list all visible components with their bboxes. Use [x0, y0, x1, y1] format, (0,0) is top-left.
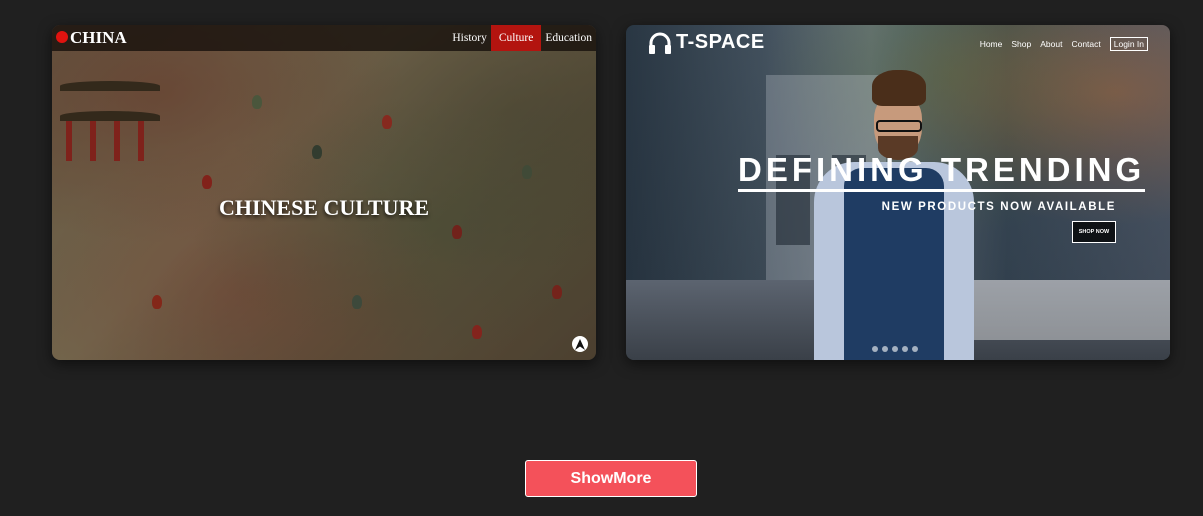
- nav-culture[interactable]: Culture: [490, 25, 542, 51]
- nav-history[interactable]: History: [448, 25, 491, 51]
- compass-icon[interactable]: [572, 336, 588, 352]
- project-card-tspace[interactable]: T-SPACE Home Shop About Contact Login In…: [626, 25, 1170, 360]
- nav-education[interactable]: Education: [541, 25, 596, 51]
- tspace-navbar: T-SPACE Home Shop About Contact Login In: [626, 25, 1170, 65]
- hero-subtitle: NEW PRODUCTS NOW AVAILABLE: [881, 201, 1116, 213]
- login-button[interactable]: Login In: [1109, 37, 1148, 51]
- carousel-dot[interactable]: [912, 346, 918, 352]
- china-navbar: CHINA History Culture Education: [52, 25, 596, 51]
- carousel-dot[interactable]: [892, 346, 898, 352]
- nav-home[interactable]: Home: [980, 39, 1003, 49]
- headphones-icon: [649, 32, 671, 54]
- carousel-dot[interactable]: [882, 346, 888, 352]
- shop-now-button[interactable]: SHOP NOW: [1072, 221, 1116, 243]
- model-photo: [814, 70, 974, 360]
- red-dot-logo-icon: [56, 31, 68, 43]
- nav-shop[interactable]: Shop: [1011, 39, 1031, 49]
- carousel-dot[interactable]: [872, 346, 878, 352]
- hero-title: DEFINING TRENDING: [738, 153, 1146, 192]
- hero-heading: CHINESE CULTURE: [218, 195, 430, 220]
- tspace-logo[interactable]: T-SPACE: [648, 31, 765, 54]
- tspace-logo-text: T-SPACE: [676, 31, 765, 53]
- nav-about[interactable]: About: [1040, 39, 1062, 49]
- china-logo[interactable]: CHINA: [70, 28, 127, 48]
- project-card-china[interactable]: CHINA History Culture Education CHINESE …: [52, 25, 596, 360]
- show-more-button[interactable]: ShowMore: [525, 460, 697, 497]
- carousel-dots: [872, 346, 918, 352]
- carousel-dot[interactable]: [902, 346, 908, 352]
- nav-contact[interactable]: Contact: [1071, 39, 1100, 49]
